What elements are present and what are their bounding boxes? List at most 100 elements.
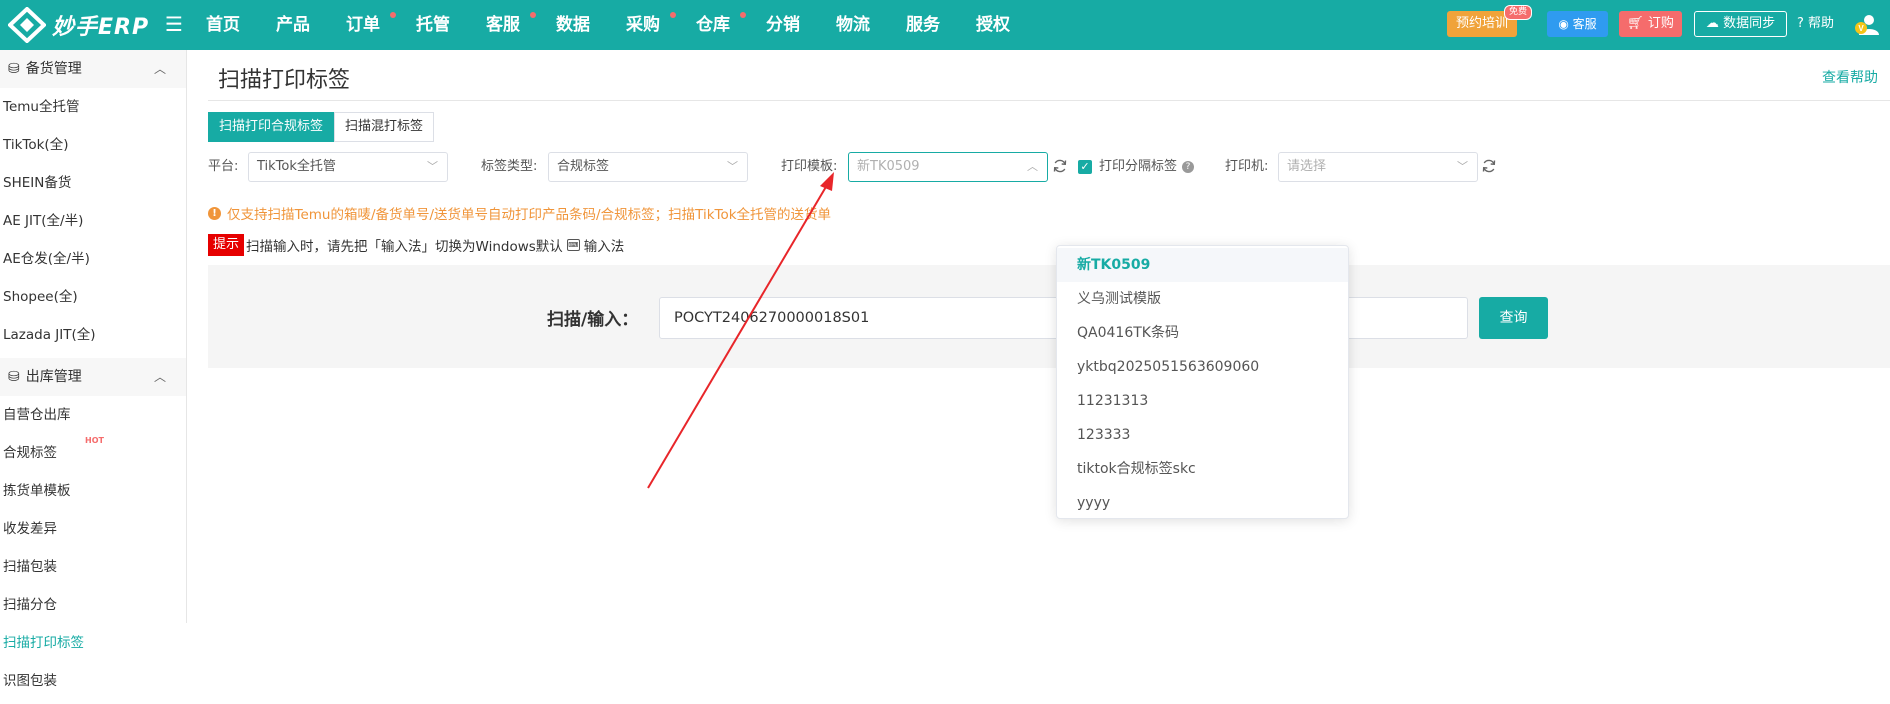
sidebar-group-title: 出库管理 — [25, 369, 82, 385]
order-label: 订购 — [1647, 16, 1674, 31]
nav-item[interactable]: 托管 — [416, 0, 486, 50]
service-label: 客服 — [1572, 17, 1597, 31]
tab-scan-mixed-label[interactable]: 扫描混打标签 — [334, 112, 435, 142]
platform-select[interactable]: TikTok全托管 ﹀ — [248, 152, 448, 182]
notification-dot — [740, 12, 746, 18]
headset-icon: ◉ — [1558, 17, 1569, 31]
sidebar-link-label: 扫描分仓 — [3, 597, 57, 613]
help-button[interactable]: ? 帮助 — [1797, 11, 1834, 37]
template-select[interactable]: 新TK0509 ︿ — [848, 152, 1048, 182]
logo-icon — [8, 7, 46, 43]
label-type-label: 标签类型: — [481, 159, 538, 174]
platform-value: TikTok全托管 — [257, 159, 336, 174]
page-title: 扫描打印标签 — [218, 68, 351, 93]
sidebar-link[interactable]: Shopee(全) — [3, 278, 87, 316]
printer-placeholder: 请选择 — [1287, 159, 1327, 174]
tip-text: 扫描输入时，请先把「输入法」切换为Windows默认 — [246, 239, 563, 255]
keyboard-icon: ⌨ — [566, 239, 580, 251]
notification-dot — [530, 12, 536, 18]
template-option[interactable]: 123333 — [1057, 418, 1348, 452]
scan-panel: 扫描/输入： POCYT2406270000018S01 查询 — [208, 265, 1890, 368]
service-button[interactable]: ◉ 客服 — [1547, 11, 1608, 37]
template-option[interactable]: 11231313 — [1057, 384, 1348, 418]
scan-label: 扫描/输入： — [547, 310, 639, 330]
sidebar-group-outbound[interactable]: ⛁ 出库管理 ︿ — [0, 358, 186, 396]
template-label: 打印模板: — [781, 159, 838, 174]
refresh-template-icon[interactable] — [1052, 158, 1068, 174]
sidebar-outbound-items: 自营仓出库合规标签 HOT 拣货单模板收发差异扫描包装扫描分仓扫描打印标签识图包装 — [0, 396, 186, 704]
sidebar-link-label: 收发差异 — [3, 521, 57, 537]
template-option[interactable]: yyyy — [1057, 486, 1348, 520]
top-bar: 妙手ERP ☰ 首页 产品 订单 托管 客服 数据 采购 仓库 分销 物流 服务 授权 预约培训 免费… — [0, 0, 1890, 50]
sidebar-group-stocking[interactable]: ⛁ 备货管理 ︿ — [0, 50, 186, 88]
sidebar-link[interactable]: Lazada JIT(全) — [3, 316, 103, 354]
tab-scan-compliance-label[interactable]: 扫描打印合规标签 — [208, 112, 335, 142]
nav-item[interactable]: 订单 — [346, 0, 416, 50]
refresh-printer-icon[interactable] — [1481, 158, 1497, 174]
help-label: 帮助 — [1808, 16, 1835, 31]
printer-select[interactable]: 请选择 ﹀ — [1278, 152, 1478, 182]
nav-item[interactable]: 产品 — [276, 0, 346, 50]
nav-item[interactable]: 仓库 — [696, 0, 766, 50]
tip-row: 提示 扫描输入时，请先把「输入法」切换为Windows默认 ⌨ 输入法 — [208, 234, 624, 256]
template-option[interactable]: tiktok合规标签skc — [1057, 452, 1348, 486]
warehouse-icon: ⛁ — [8, 61, 20, 77]
query-button[interactable]: 查询 — [1479, 297, 1548, 339]
notice-text: ! 仅支持扫描Temu的箱唛/备货单号/送货单号自动打印产品条码/合规标签；扫描… — [208, 203, 831, 223]
order-button[interactable]: 🛒︎ 订购 — [1619, 11, 1682, 37]
sidebar-link[interactable]: 自营仓出库 — [3, 396, 94, 434]
sidebar-link[interactable]: AE JIT(全/半) — [3, 202, 97, 240]
template-option[interactable]: QA0416TK条码 — [1057, 316, 1348, 350]
nav-item[interactable]: 首页 — [206, 0, 276, 50]
template-option[interactable]: yktbq2025051563609060 — [1057, 350, 1348, 384]
brand-logo[interactable]: 妙手ERP — [8, 7, 149, 43]
warning-icon: ! — [208, 206, 221, 220]
sidebar-link[interactable]: 拣货单模板 — [3, 472, 94, 510]
chevron-down-icon: ﹀ — [727, 160, 738, 173]
notice-message: 仅支持扫描Temu的箱唛/备货单号/送货单号自动打印产品条码/合规标签；扫描Ti… — [227, 207, 832, 223]
nav-item[interactable]: 授权 — [976, 0, 1046, 50]
notification-dot — [670, 12, 676, 18]
cloud-icon: ☁ — [1705, 16, 1719, 31]
view-help-link[interactable]: 查看帮助 — [1822, 67, 1878, 87]
sidebar-link-label: 扫描包装 — [3, 559, 57, 575]
sidebar-link[interactable]: 扫描分仓 — [3, 586, 96, 624]
sidebar: ⛁ 备货管理 ︿ Temu全托管 TikTok(全) SHEIN备货 AE JIT(全… — [0, 50, 187, 689]
print-separator-label: 打印分隔标签 — [1099, 159, 1178, 174]
label-type-select[interactable]: 合规标签 ﹀ — [548, 152, 748, 182]
sidebar-link[interactable]: AE仓发(全/半) — [3, 240, 106, 278]
template-option[interactable]: 新TK0509 — [1057, 248, 1348, 282]
cart-icon: 🛒︎ — [1627, 16, 1644, 31]
data-sync-button[interactable]: ☁ 数据同步 — [1694, 11, 1787, 37]
chevron-up-icon: ︿ — [1027, 160, 1038, 173]
sidebar-link[interactable]: 扫描打印标签 — [3, 624, 102, 662]
divider — [208, 100, 1890, 101]
user-avatar-icon[interactable]: V — [1855, 12, 1879, 36]
sidebar-link-label: 扫描打印标签 — [3, 635, 84, 651]
notification-dot — [390, 12, 396, 18]
sidebar-link[interactable]: SHEIN备货 — [3, 164, 96, 202]
nav-item[interactable]: 分销 — [766, 0, 836, 50]
nav-item[interactable]: 物流 — [836, 0, 906, 50]
template-value: 新TK0509 — [857, 159, 920, 174]
sidebar-link-label: 合规标签 — [3, 445, 57, 461]
label-type-value: 合规标签 — [557, 159, 610, 174]
filter-row: 平台: TikTok全托管 ﹀ 标签类型: 合规标签 ﹀ 打印模板: 新TK05… — [208, 152, 1890, 182]
sidebar-link[interactable]: Temu全托管 — [3, 88, 96, 126]
sidebar-link[interactable]: 扫描包装 — [3, 548, 94, 586]
sidebar-link-label: 自营仓出库 — [3, 407, 71, 423]
nav-item[interactable]: 采购 — [626, 0, 696, 50]
nav-item[interactable]: 服务 — [906, 0, 976, 50]
printer-label: 打印机: — [1225, 159, 1269, 174]
sidebar-link[interactable]: TikTok(全) — [3, 126, 103, 164]
print-separator-checkbox[interactable]: ✓ — [1078, 160, 1092, 174]
tab-bar: 扫描打印合规标签 扫描混打标签 — [208, 112, 435, 142]
menu-toggle-icon[interactable]: ☰ — [165, 14, 183, 34]
sidebar-link[interactable]: 收发差异 — [3, 510, 96, 548]
sidebar-link[interactable]: 识图包装 — [3, 662, 88, 700]
info-question-icon[interactable]: ? — [1182, 161, 1194, 173]
template-option[interactable]: 义乌测试模版 — [1057, 282, 1348, 316]
nav-item[interactable]: 客服 — [486, 0, 556, 50]
nav-item[interactable]: 数据 — [556, 0, 626, 50]
sidebar-link[interactable]: 合规标签 HOT — [3, 434, 104, 472]
